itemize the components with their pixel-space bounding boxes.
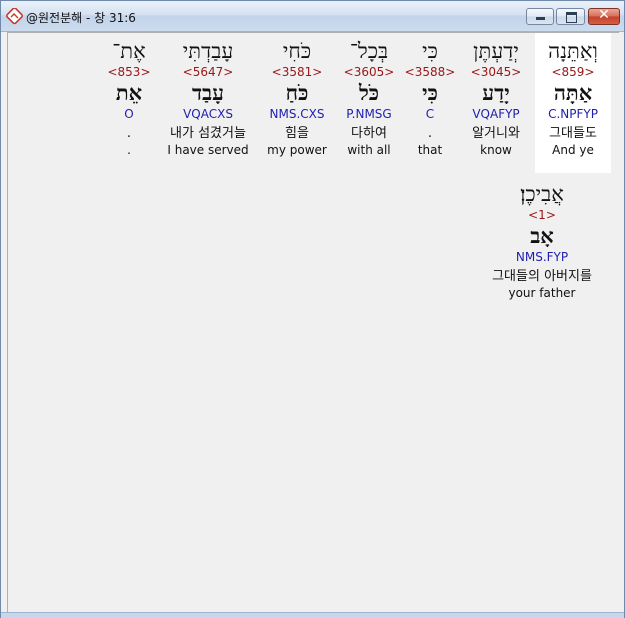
english-gloss: my power (267, 143, 327, 157)
strong-number: <859> (551, 65, 595, 79)
window-bottom-border (1, 612, 624, 618)
lemma: אָב (530, 223, 554, 248)
strong-number: <3045> (470, 65, 522, 79)
parsing-code: NMS.CXS (269, 107, 325, 121)
maximize-button[interactable] (556, 8, 585, 25)
hebrew-word: אֶת־ (112, 39, 146, 63)
parsing-code: O (124, 107, 134, 121)
korean-gloss: 다하여 (351, 126, 387, 141)
korean-gloss: . (427, 126, 433, 141)
close-icon: ✕ (598, 7, 610, 23)
word-block[interactable]: עָבַדְתִּי <5647> עָבַד VQACXS 내가 섬겼거늘 I… (158, 33, 258, 173)
strong-number: <3581> (271, 65, 323, 79)
hebrew-word: וְאַתֵּנָה (548, 39, 598, 63)
lemma: אֵת (115, 80, 143, 105)
lemma: כִּי (422, 80, 438, 105)
maximize-icon (566, 12, 577, 23)
strong-number: <1> (528, 208, 556, 222)
parsing-code: P.NMSG (346, 107, 392, 121)
hebrew-word: בְּכָל־ (349, 39, 389, 63)
english-gloss: . (127, 143, 131, 157)
lemma: עָבַד (191, 80, 225, 105)
word-block[interactable]: כִּי <3588> כִּי C . that (404, 33, 456, 173)
parsing-code: C.NPFYP (548, 107, 598, 121)
parsing-code: NMS.FYP (515, 250, 569, 264)
strong-number: <853> (107, 65, 151, 79)
english-gloss: with all (347, 143, 391, 157)
korean-gloss: 그대들도 (549, 126, 597, 141)
word-block[interactable]: בְּכָל־ <3605> כֹּל P.NMSG 다하여 with all (335, 33, 403, 173)
hebrew-word: יְדַעְתֶּן (473, 39, 519, 63)
english-gloss: I have served (167, 143, 249, 157)
minimize-button[interactable] (526, 8, 554, 25)
app-window: @원전분해 - 창 31:6 ✕ וְאַתֵּנָה <859> אַתָּה… (0, 0, 625, 618)
title-bar[interactable]: @원전분해 - 창 31:6 ✕ (1, 1, 624, 32)
word-block[interactable]: כֹּחִי <3581> כֹּחַ NMS.CXS 힘을 my power (260, 33, 334, 173)
korean-gloss: 내가 섬겼거늘 (170, 126, 246, 141)
parsing-code: C (425, 107, 435, 121)
english-gloss: And ye (552, 143, 594, 157)
word-block[interactable]: וְאַתֵּנָה <859> אַתָּה C.NPFYP 그대들도 And… (535, 33, 611, 173)
strong-number: <3588> (404, 65, 456, 79)
parsing-code: VQAFYP (472, 107, 520, 121)
window-title: @원전분해 - 창 31:6 (26, 11, 136, 25)
app-logo-icon (6, 8, 23, 25)
hebrew-word: אֲבִיכֶן׃ (520, 182, 564, 206)
korean-gloss: 힘을 (285, 126, 309, 141)
word-block[interactable]: אֲבִיכֶן׃ <1> אָב NMS.FYP 그대들의 아버지를 your… (473, 176, 611, 316)
korean-gloss: . (126, 126, 132, 141)
english-gloss: know (480, 143, 512, 157)
hebrew-word: עָבַדְתִּי (182, 39, 234, 63)
lemma: כֹּחַ (285, 80, 309, 105)
strong-number: <3605> (343, 65, 395, 79)
parsing-code: VQACXS (183, 107, 233, 121)
korean-gloss: 그대들의 아버지를 (492, 269, 592, 284)
lemma: אַתָּה (553, 80, 593, 105)
korean-gloss: 알거니와 (472, 126, 520, 141)
lemma: יָדַע (482, 80, 510, 105)
close-button[interactable]: ✕ (588, 7, 620, 25)
interlinear-panel: וְאַתֵּנָה <859> אַתָּה C.NPFYP 그대들도 And… (7, 32, 619, 612)
hebrew-word: כִּי (422, 39, 438, 63)
minimize-icon (536, 17, 545, 20)
hebrew-word: כֹּחִי (282, 39, 312, 63)
english-gloss: your father (508, 286, 576, 300)
strong-number: <5647> (182, 65, 234, 79)
word-block[interactable]: יְדַעְתֶּן <3045> יָדַע VQAFYP 알거니와 know (458, 33, 534, 173)
english-gloss: that (417, 143, 443, 157)
lemma: כֹּל (358, 80, 380, 105)
word-block[interactable]: אֶת־ <853> אֵת O . . (102, 33, 156, 173)
